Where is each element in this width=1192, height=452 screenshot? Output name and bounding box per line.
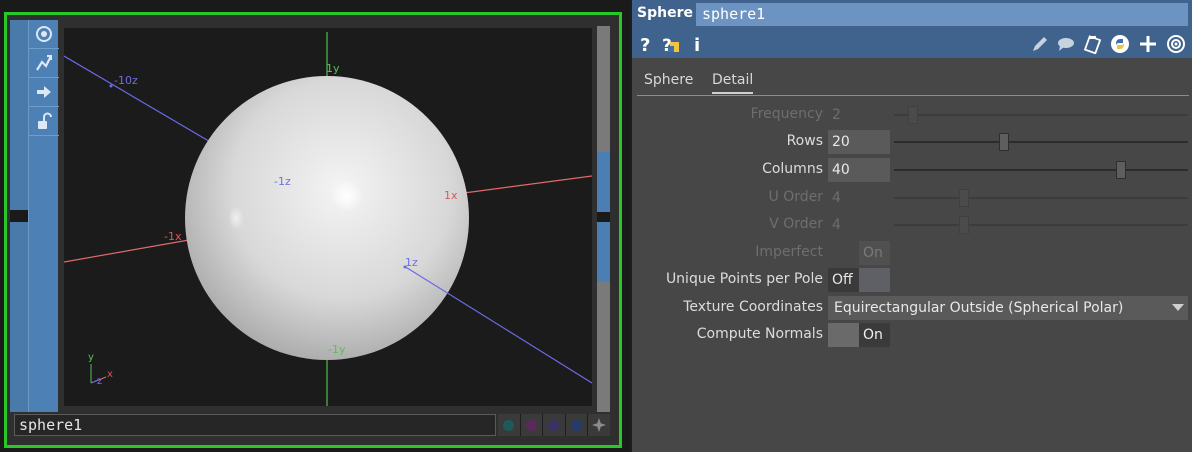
arrow-icon[interactable] <box>29 78 59 107</box>
output-block-top[interactable] <box>597 152 610 212</box>
frequency-slider <box>894 114 1188 116</box>
compute-normals-label: Compute Normals <box>696 326 823 342</box>
columns-label: Columns <box>762 161 823 177</box>
add-icon[interactable] <box>1136 32 1160 56</box>
display-flag[interactable] <box>543 414 565 436</box>
node-input-strip[interactable] <box>10 20 28 412</box>
gizmo-x-label: x <box>107 369 113 380</box>
axis-label-neg1y: -1y <box>328 343 346 356</box>
param-texture-coordinates: Texture Coordinates Equirectangular Outs… <box>632 296 1192 320</box>
z-axis-back <box>64 55 225 151</box>
node-viewer-panel: -10z 1y -1z 1x -1x 1z -1y y x z sphere1 <box>0 0 630 452</box>
columns-field[interactable]: 40 <box>828 158 890 182</box>
parameter-tabs: Sphere Detail <box>637 66 1189 96</box>
compute-normals-toggle[interactable]: On <box>828 323 890 347</box>
unique-points-toggle[interactable]: Off <box>828 268 890 292</box>
lock-flag[interactable] <box>520 414 543 436</box>
target-icon[interactable] <box>1164 32 1188 56</box>
param-v-order: V Order 4 <box>632 213 1192 237</box>
operator-name-field[interactable]: sphere1 <box>696 3 1188 26</box>
imperfect-label: Imperfect <box>755 244 823 260</box>
axis-label-1y: 1y <box>326 62 340 75</box>
rows-slider-handle[interactable] <box>999 133 1010 151</box>
info-icon[interactable]: i <box>686 32 710 56</box>
svg-text:i: i <box>694 35 700 54</box>
input-connector[interactable] <box>10 210 28 222</box>
v-order-slider <box>894 224 1188 226</box>
rows-field[interactable]: 20 <box>828 130 890 154</box>
rows-slider[interactable] <box>894 141 1188 143</box>
sphere-highlight <box>331 180 363 212</box>
u-order-slider <box>894 197 1188 199</box>
imperfect-toggle: On <box>828 241 890 265</box>
axis-label-1x: 1x <box>444 189 458 202</box>
dropdown-arrow-icon[interactable] <box>1172 304 1184 311</box>
unique-points-label: Unique Points per Pole <box>665 271 823 287</box>
param-rows: Rows 20 <box>632 130 1192 154</box>
clipboard-icon[interactable] <box>1081 32 1105 56</box>
python-icon[interactable] <box>1108 32 1132 56</box>
frequency-label: Frequency <box>750 106 823 122</box>
node-name-label[interactable]: sphere1 <box>14 414 496 436</box>
frequency-slider-handle <box>908 106 919 124</box>
axis-label-neg10z: -10z <box>114 74 138 87</box>
v-order-slider-handle <box>959 216 970 234</box>
output-block-bottom[interactable] <box>597 222 610 282</box>
u-order-label: U Order <box>768 189 823 205</box>
svg-text:?: ? <box>640 35 650 54</box>
imperfect-toggle-text: On <box>863 245 883 261</box>
texture-coordinates-menu[interactable]: Equirectangular Outside (Spherical Polar… <box>828 296 1188 320</box>
param-compute-normals: Compute Normals On <box>632 323 1192 347</box>
gizmo-z-label: z <box>97 376 103 387</box>
sphere-mesh <box>185 76 469 360</box>
viewer-flag-star-icon[interactable] <box>588 414 610 436</box>
tab-detail[interactable]: Detail <box>712 72 754 94</box>
compute-normals-toggle-text: On <box>863 327 883 343</box>
axis-label-neg1z: -1z <box>274 175 291 188</box>
parameter-toolbar: ? ? i <box>632 30 1192 58</box>
edit-pencil-icon[interactable] <box>1028 32 1052 56</box>
viewer-toolbar <box>28 20 59 412</box>
texture-coordinates-value: Equirectangular Outside (Spherical Polar… <box>834 300 1124 316</box>
u-order-field: 4 <box>832 190 841 206</box>
tab-sphere[interactable]: Sphere <box>644 72 693 88</box>
columns-slider[interactable] <box>894 169 1188 171</box>
v-order-field: 4 <box>832 217 841 233</box>
parameter-panel: Sphere sphere1 ? ? i Sphere Detail Frequ… <box>632 0 1192 452</box>
z-axis-front <box>403 265 592 384</box>
axis-label-1z: 1z <box>405 256 418 269</box>
output-connector[interactable] <box>597 212 610 222</box>
sphere-highlight-left <box>228 206 244 230</box>
view-icon[interactable] <box>29 20 59 49</box>
render-flag[interactable] <box>565 414 588 436</box>
3d-viewport[interactable]: -10z 1y -1z 1x -1x 1z -1y y x z <box>64 28 592 406</box>
gizmo-y-label: y <box>88 352 94 363</box>
python-help-icon[interactable]: ? <box>658 32 682 56</box>
comment-icon[interactable] <box>1054 32 1078 56</box>
operator-type-label: Sphere <box>637 5 693 21</box>
bypass-flag[interactable] <box>498 414 520 436</box>
x-axis-left <box>64 239 190 263</box>
param-u-order: U Order 4 <box>632 186 1192 210</box>
frequency-field: 2 <box>832 107 841 123</box>
node-output-strip[interactable] <box>597 26 610 412</box>
node-flags <box>498 414 610 436</box>
help-icon[interactable]: ? <box>634 32 658 56</box>
lock-icon[interactable] <box>29 107 59 136</box>
texture-coordinates-label: Texture Coordinates <box>683 299 823 315</box>
v-order-label: V Order <box>769 216 823 232</box>
rows-label: Rows <box>786 133 823 149</box>
param-unique-points-per-pole: Unique Points per Pole Off <box>632 268 1192 292</box>
param-frequency: Frequency 2 <box>632 103 1192 127</box>
unique-points-toggle-text: Off <box>832 272 853 288</box>
columns-slider-handle[interactable] <box>1115 161 1126 179</box>
param-imperfect: Imperfect On <box>632 241 1192 265</box>
parameter-header: Sphere sphere1 <box>632 0 1192 30</box>
axis-label-neg1x: -1x <box>164 230 182 243</box>
pose-icon[interactable] <box>29 49 59 78</box>
param-columns: Columns 40 <box>632 158 1192 182</box>
u-order-slider-handle <box>959 189 970 207</box>
x-axis-right <box>463 175 592 194</box>
